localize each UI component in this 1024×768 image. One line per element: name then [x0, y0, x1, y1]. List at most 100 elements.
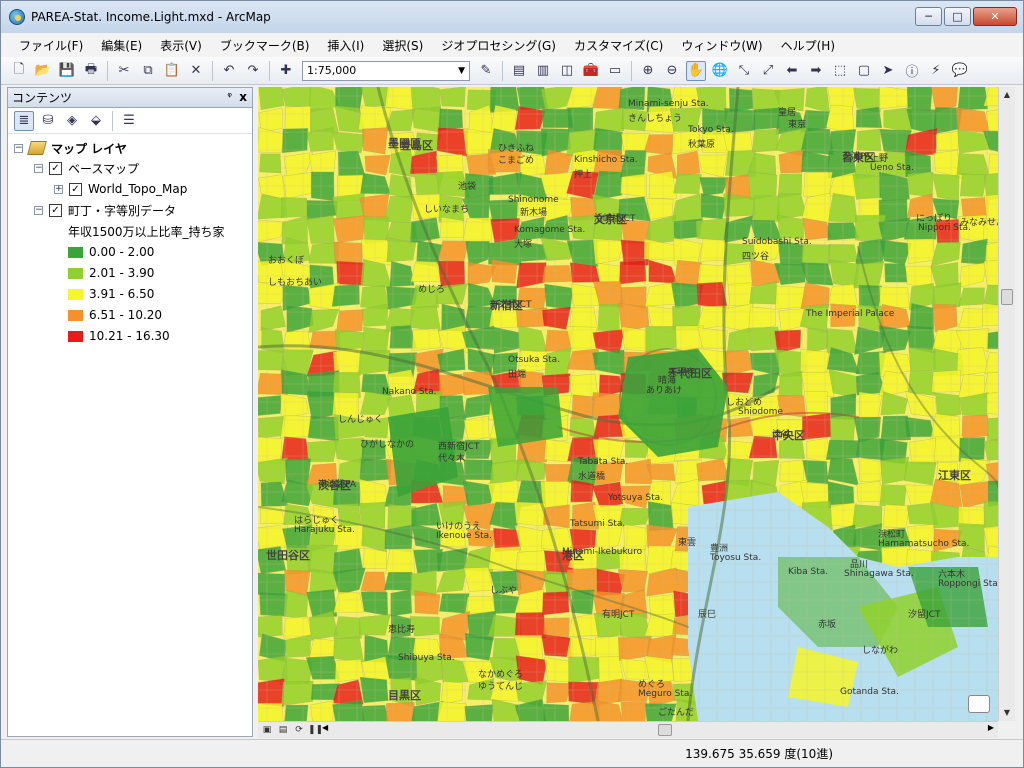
layout-view-icon[interactable]	[968, 695, 990, 713]
maximize-button[interactable]: □	[944, 7, 971, 26]
arcmap-window: PAREA-Stat. Income.Light.mxd - ArcMap ─ …	[0, 0, 1024, 768]
map-place-label: 池袋	[458, 182, 477, 192]
vertical-scrollbar[interactable]: ▲ ▼	[998, 87, 1015, 721]
tree-row-data-layer[interactable]: − ✓ 町丁・字等別データ	[34, 200, 176, 220]
search-window-icon[interactable]: ◫	[557, 61, 577, 81]
catalog-window-icon[interactable]: ▥	[533, 61, 553, 81]
zoom-out-icon[interactable]: ⊖	[662, 61, 682, 81]
forward-arrow-icon[interactable]: ➡	[806, 61, 826, 81]
copy-icon[interactable]: ⧉	[138, 61, 158, 81]
toc-close-icon[interactable]: x	[239, 90, 247, 104]
expand-icon[interactable]: +	[54, 184, 63, 194]
menu-geoprocessing[interactable]: ジオプロセシング(G)	[433, 35, 564, 56]
tree-row-basemap-group[interactable]: − ✓ ベースマップ	[34, 158, 139, 178]
data-view-icon[interactable]: ▣	[260, 723, 274, 737]
choropleth-map[interactable]	[258, 87, 998, 721]
map-display[interactable]: 台東区 文京区 新宿区 千代田区 中央区 渋谷区 港区 江東区 世田谷区 目黒区 墨田区 豊島区 池袋し…	[258, 87, 998, 721]
map-place-label: Otsuka Sta.	[508, 355, 561, 365]
scroll-right-icon[interactable]: ▶	[988, 723, 994, 732]
legend-item[interactable]: 10.21 - 16.30	[68, 326, 170, 346]
arctoolbox-icon[interactable]: 🧰	[581, 61, 601, 81]
add-data-icon[interactable]: ✚	[276, 61, 296, 81]
paste-icon[interactable]: 📋	[162, 61, 182, 81]
scroll-left-icon[interactable]: ◀	[322, 723, 328, 732]
basemap-visibility-checkbox[interactable]: ✓	[49, 161, 62, 175]
list-by-source-icon[interactable]: ⛁	[38, 111, 58, 131]
list-by-selection-icon[interactable]: ⬙	[86, 111, 106, 131]
tree-row-map-layers[interactable]: − マップ レイヤ	[14, 138, 127, 158]
scroll-down-icon[interactable]: ▼	[999, 705, 1015, 721]
cut-icon[interactable]: ✂	[114, 61, 134, 81]
save-icon[interactable]: 💾	[57, 61, 77, 81]
select-elements-pointer-icon[interactable]: ➤	[878, 61, 898, 81]
menu-windows[interactable]: ウィンドウ(W)	[673, 35, 770, 56]
map-place-label: 一之橋JCT	[490, 300, 532, 310]
menu-customize[interactable]: カスタマイズ(C)	[566, 35, 671, 56]
pause-drawing-icon[interactable]: ❚❚	[308, 723, 323, 737]
options-icon[interactable]: ☰	[119, 111, 139, 131]
hyperlink-icon[interactable]: ⚡	[926, 61, 946, 81]
back-arrow-icon[interactable]: ⬅	[782, 61, 802, 81]
print-icon[interactable]: 🖶	[81, 61, 101, 81]
menu-edit[interactable]: 編集(E)	[93, 35, 150, 56]
pan-hand-icon[interactable]: ✋	[686, 60, 706, 81]
pin-icon[interactable]: ᵠ	[227, 90, 232, 103]
menu-file[interactable]: ファイル(F)	[11, 35, 91, 56]
collapse-icon[interactable]: −	[14, 143, 23, 153]
redo-icon[interactable]: ↷	[243, 61, 263, 81]
map-place-label: Shinonome	[508, 195, 559, 205]
legend-item[interactable]: 3.91 - 6.50	[68, 284, 154, 304]
full-extent-globe-icon[interactable]: 🌐	[710, 61, 730, 81]
map-place-label: 江東区	[938, 469, 971, 482]
shinjuku-gyoen	[488, 387, 563, 447]
menu-help[interactable]: ヘルプ(H)	[773, 35, 843, 56]
horizontal-scrollbar[interactable]: ▣ ▤ ⟳ ❚❚ ◀ ▶	[258, 721, 998, 738]
map-place-label: 汐留JCT	[908, 610, 941, 620]
undo-icon[interactable]: ↶	[219, 61, 239, 81]
map-place-label: Tokyo Sta.	[688, 125, 734, 135]
legend-item[interactable]: 2.01 - 3.90	[68, 263, 154, 283]
world-topo-visibility-checkbox[interactable]: ✓	[69, 182, 82, 196]
identify-icon[interactable]: ⓘ	[902, 61, 922, 81]
map-place-label: Tabata Sta.	[578, 457, 629, 467]
html-popup-icon[interactable]: 💬	[950, 61, 970, 81]
scroll-up-icon[interactable]: ▲	[999, 87, 1015, 103]
new-document-icon[interactable]: 🗋	[9, 61, 29, 81]
map-place-label: しいなまち	[424, 205, 470, 215]
select-features-icon[interactable]: ⬚	[830, 61, 850, 81]
map-place-label: Kinshicho Sta.	[574, 155, 638, 165]
menu-view[interactable]: 表示(V)	[152, 35, 210, 56]
layout-view-toggle-icon[interactable]: ▤	[276, 723, 290, 737]
list-by-visibility-icon[interactable]: ◈	[62, 111, 82, 131]
table-of-contents-icon[interactable]: ▤	[509, 61, 529, 81]
delete-icon[interactable]: ✕	[186, 61, 206, 81]
menu-selection[interactable]: 選択(S)	[374, 35, 431, 56]
fixed-zoom-out-icon[interactable]: ⤢	[758, 61, 778, 81]
menu-bookmarks[interactable]: ブックマーク(B)	[212, 35, 318, 56]
close-button[interactable]: ✕	[973, 7, 1017, 26]
clear-selection-icon[interactable]: ▢	[854, 61, 874, 81]
minimize-button[interactable]: ─	[915, 7, 942, 26]
fixed-zoom-in-icon[interactable]: ⤡	[734, 61, 754, 81]
refresh-icon[interactable]: ⟳	[292, 723, 306, 737]
collapse-icon[interactable]: −	[34, 205, 43, 215]
data-layer-visibility-checkbox[interactable]: ✓	[49, 203, 62, 217]
map-place-label: しぶや	[490, 586, 518, 596]
menu-insert[interactable]: 挿入(I)	[319, 35, 372, 56]
horizontal-scroll-thumb[interactable]	[658, 724, 672, 736]
tree-row-world-topo-map[interactable]: + ✓ World_Topo_Map	[54, 179, 187, 199]
map-place-label: きんしちょう	[628, 114, 683, 124]
basemap-group-label: ベースマップ	[68, 161, 140, 176]
map-scale-dropdown[interactable]: 1:75,000 ▼	[302, 60, 470, 81]
list-by-drawing-order-icon[interactable]: ≣	[14, 110, 34, 131]
open-folder-icon[interactable]: 📂	[33, 61, 53, 81]
collapse-icon[interactable]: −	[34, 163, 43, 173]
zoom-in-icon[interactable]: ⊕	[638, 61, 658, 81]
legend-item[interactable]: 0.00 - 2.00	[68, 242, 154, 262]
legend-item[interactable]: 6.51 - 10.20	[68, 305, 162, 325]
legend-swatch	[68, 309, 83, 321]
vertical-scroll-thumb[interactable]	[1001, 289, 1013, 305]
map-place-label: 赤坂	[818, 620, 837, 630]
editor-toolbar-icon[interactable]: ✎	[476, 61, 496, 81]
python-window-icon[interactable]: ▭	[605, 61, 625, 81]
